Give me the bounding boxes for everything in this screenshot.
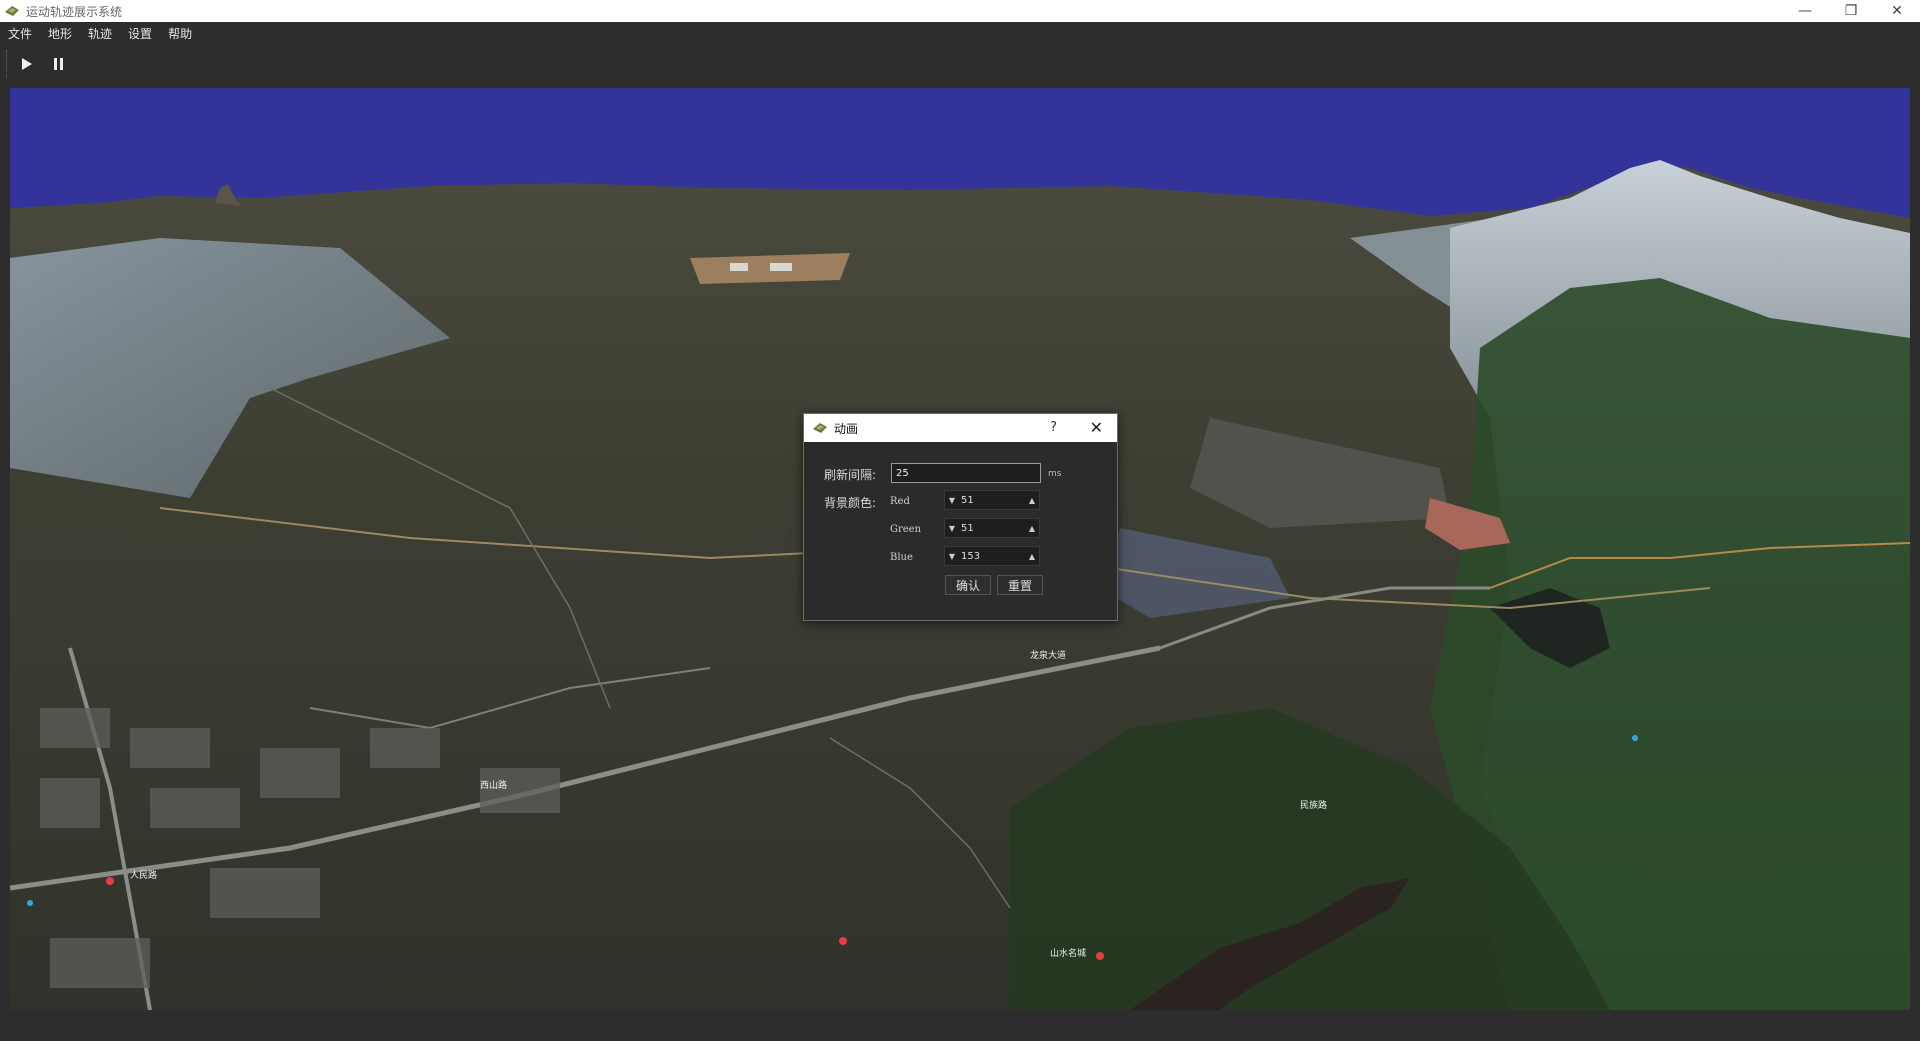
- pause-button[interactable]: [45, 50, 73, 78]
- map-label-4: 山水名城: [1050, 947, 1086, 959]
- map-label-5: 民族路: [1300, 799, 1327, 811]
- bg-color-label: 背景颜色:: [824, 496, 877, 510]
- green-spinbox[interactable]: ▼ 51 ▲: [944, 518, 1040, 538]
- red-label: Red: [890, 496, 910, 507]
- close-icon[interactable]: ✕: [1090, 418, 1103, 437]
- close-window-button[interactable]: ✕: [1874, 0, 1920, 22]
- blue-decrement[interactable]: ▼: [945, 552, 959, 561]
- map-label-1: 人民路: [130, 869, 157, 881]
- play-icon: [22, 58, 32, 70]
- dialog-title: 动画: [834, 421, 859, 436]
- red-increment[interactable]: ▲: [1025, 496, 1039, 505]
- blue-value: 153: [961, 550, 981, 562]
- confirm-button[interactable]: 确认: [945, 575, 991, 595]
- green-value: 51: [961, 522, 974, 534]
- building-white: [730, 263, 748, 271]
- green-increment[interactable]: ▲: [1025, 524, 1039, 533]
- dialog-app-icon: [813, 423, 827, 433]
- window-titlebar: 运动轨迹展示系统 — ❐ ✕: [0, 0, 1920, 22]
- blue-label: Blue: [890, 552, 913, 563]
- window-title: 运动轨迹展示系统: [26, 4, 123, 19]
- dialog-titlebar: 动画 ? ✕: [804, 414, 1117, 442]
- restore-button[interactable]: ❐: [1828, 0, 1874, 22]
- status-bar: [0, 1012, 1920, 1041]
- refresh-interval-input[interactable]: 25: [891, 463, 1041, 483]
- refresh-interval-label: 刷新间隔:: [824, 468, 877, 482]
- play-button[interactable]: [13, 50, 41, 78]
- red-decrement[interactable]: ▼: [945, 496, 959, 505]
- menu-track[interactable]: 轨迹: [80, 25, 120, 42]
- help-button[interactable]: ?: [1050, 420, 1057, 435]
- building-white-2: [770, 263, 792, 271]
- minimize-button[interactable]: —: [1782, 0, 1828, 22]
- blue-spinbox[interactable]: ▼ 153 ▲: [944, 546, 1040, 566]
- pause-icon: [54, 58, 63, 70]
- app-logo-icon: [5, 6, 19, 16]
- map-label-2: 西山路: [480, 779, 507, 791]
- menu-terrain[interactable]: 地形: [40, 25, 80, 42]
- menu-settings[interactable]: 设置: [120, 25, 160, 42]
- red-value: 51: [961, 494, 974, 506]
- menu-help[interactable]: 帮助: [160, 25, 200, 42]
- reset-button[interactable]: 重置: [997, 575, 1043, 595]
- blue-increment[interactable]: ▲: [1025, 552, 1039, 561]
- animation-dialog: 动画 ? ✕ 刷新间隔: 25 ms 背景颜色: Red ▼ 51 ▲ Gree…: [803, 413, 1118, 621]
- green-label: Green: [890, 524, 922, 535]
- toolbar-grip[interactable]: [6, 50, 9, 78]
- red-spinbox[interactable]: ▼ 51 ▲: [944, 490, 1040, 510]
- toolbar: [0, 44, 1920, 84]
- map-label-3: 龙泉大道: [1030, 649, 1066, 661]
- refresh-unit: ms: [1048, 469, 1062, 479]
- green-decrement[interactable]: ▼: [945, 524, 959, 533]
- menu-bar: 文件 地形 轨迹 设置 帮助: [0, 22, 1920, 44]
- menu-file[interactable]: 文件: [0, 25, 40, 42]
